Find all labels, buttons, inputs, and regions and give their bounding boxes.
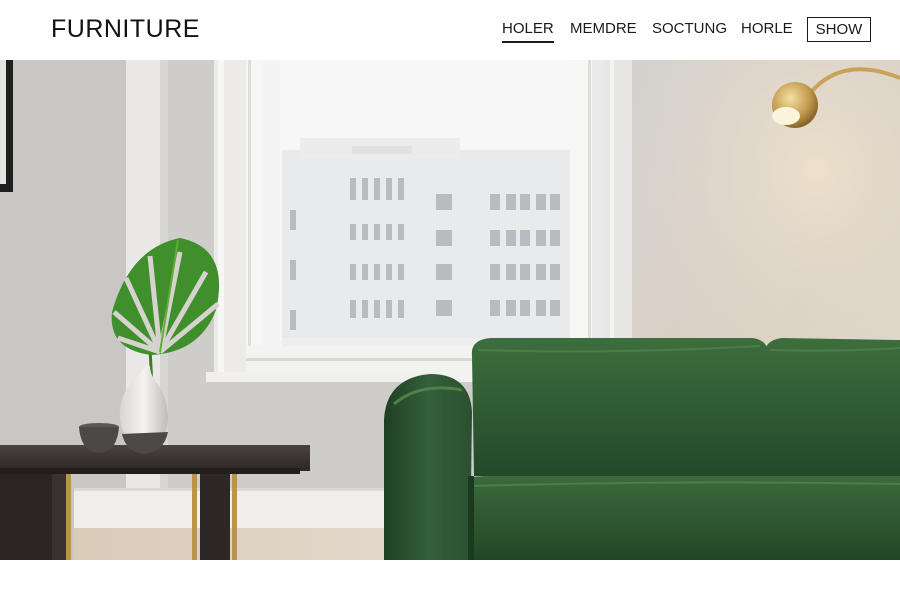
site-header: FURNITURE HOLER MEMDRE SOCTUNG HORLE SHO… <box>0 0 900 60</box>
nav-item-holer[interactable]: HOLER <box>502 19 554 43</box>
window <box>206 60 632 385</box>
hero-image <box>0 60 900 560</box>
show-button[interactable]: SHOW <box>807 17 871 42</box>
building <box>282 138 570 350</box>
page: FURNITURE HOLER MEMDRE SOCTUNG HORLE SHO… <box>0 0 900 600</box>
main-nav: HOLER MEMDRE SOCTUNG HORLE SHOW <box>0 0 900 60</box>
nav-item-soctung[interactable]: SOCTUNG <box>652 19 727 39</box>
living-room-illustration <box>0 60 900 560</box>
nav-item-memdre[interactable]: MEMDRE <box>570 19 637 39</box>
nav-item-horle[interactable]: HORLE <box>741 19 793 39</box>
footer-spacer <box>0 560 900 600</box>
